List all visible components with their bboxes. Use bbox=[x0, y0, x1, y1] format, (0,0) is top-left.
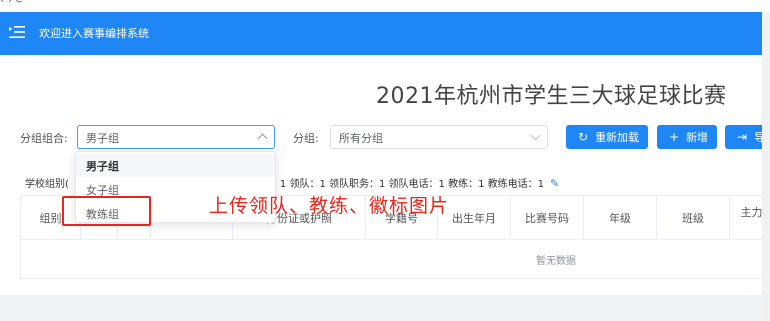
page-title: 2021年杭州市学生三大球足球比赛 bbox=[376, 84, 727, 109]
app-title: 欢迎进入赛事编排系统 bbox=[39, 27, 149, 40]
annotation-highlight-box bbox=[62, 196, 151, 226]
annotation-text: 上传领队、教练、徽标图片 bbox=[209, 195, 450, 217]
team-info-text: 电话：1 领队：1 领队职务：1 领队电话：1 教练：1 教练电话：1 bbox=[249, 179, 544, 190]
reload-button[interactable]: ↻ 重新加载 bbox=[566, 125, 648, 149]
top-header: 欢迎进入赛事编排系统 bbox=[0, 12, 770, 55]
add-button[interactable]: + 新增 bbox=[657, 125, 717, 149]
plus-icon: + bbox=[669, 130, 680, 144]
menu-toggle-icon[interactable] bbox=[9, 26, 25, 38]
add-button-label: 新增 bbox=[686, 131, 709, 144]
chevron-down-icon bbox=[530, 130, 541, 141]
edit-icon[interactable]: ✎ bbox=[550, 177, 559, 190]
col-class: 班级 bbox=[657, 196, 730, 240]
group-value: 所有分组 bbox=[339, 132, 383, 145]
reload-button-label: 重新加载 bbox=[595, 131, 640, 144]
group-combo-value: 男子组 bbox=[86, 132, 119, 145]
browser-address-bar: ‹ › ⟳ bbox=[0, 0, 770, 12]
refresh-icon: ↻ bbox=[578, 130, 589, 144]
scrollbar[interactable] bbox=[762, 12, 770, 321]
export-icon: ⇥ bbox=[737, 130, 748, 144]
group-combo-select[interactable]: 男子组 bbox=[77, 125, 275, 149]
dropdown-option-male[interactable]: 男子组 bbox=[76, 154, 275, 177]
empty-placeholder: 暂无数据 bbox=[536, 256, 576, 267]
team-info-prefix: 学校组别( bbox=[25, 179, 69, 190]
col-match-no: 比赛号码 bbox=[511, 196, 584, 240]
group-label: 分组: bbox=[293, 132, 319, 145]
col-grade: 年级 bbox=[584, 196, 657, 240]
group-combo-label: 分组组合: bbox=[20, 132, 68, 145]
chevron-up-icon bbox=[257, 133, 268, 144]
group-select[interactable]: 所有分组 bbox=[330, 125, 548, 149]
